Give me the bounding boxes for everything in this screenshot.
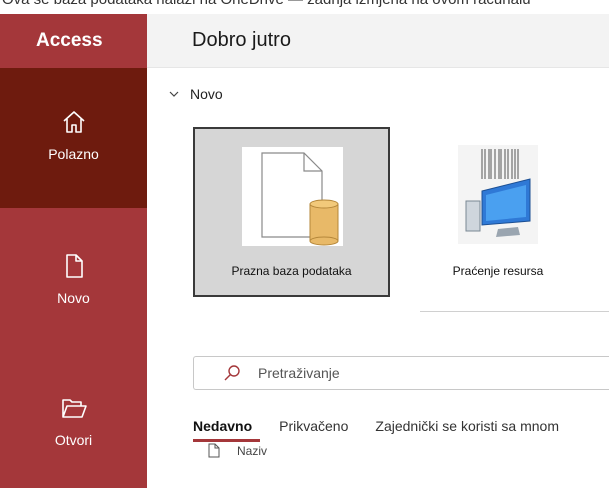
template-asset-tracking[interactable]: Praćenje resursa xyxy=(420,127,590,297)
chevron-down-icon xyxy=(169,91,179,97)
top-info-strip: Ova se baza podataka nalazi na OneDrive … xyxy=(0,0,609,14)
rail-item-home-label: Polazno xyxy=(48,146,99,162)
tab-pinned[interactable]: Prikvačeno xyxy=(279,418,348,442)
greeting-title: Dobro jutro xyxy=(192,29,291,51)
blank-database-icon xyxy=(261,152,339,246)
search-icon xyxy=(224,365,240,381)
rail-item-new-label: Novo xyxy=(57,290,90,306)
asset-tracking-icon xyxy=(465,149,531,237)
template-blank-label: Prazna baza podataka xyxy=(231,264,352,278)
app-title: Access xyxy=(36,30,103,51)
rail-item-home[interactable]: Polazno xyxy=(0,68,147,208)
page-header: Dobro jutro xyxy=(147,14,609,68)
file-list-tabs: Nedavno Prikvačeno Zajednički se koristi… xyxy=(193,418,586,442)
new-section-toggle[interactable]: Novo xyxy=(168,86,223,102)
new-section-title: Novo xyxy=(190,86,223,102)
column-name-label: Naziv xyxy=(237,443,268,458)
search-input[interactable] xyxy=(258,365,558,381)
rail-item-open-label: Otvori xyxy=(54,432,93,448)
new-file-icon xyxy=(65,254,83,278)
tab-shared-with-me[interactable]: Zajednički se koristi sa mnom xyxy=(375,418,559,442)
tab-recent[interactable]: Nedavno xyxy=(193,418,261,442)
template-blank-database[interactable]: Prazna baza podataka xyxy=(193,127,390,297)
template-asset-label: Praćenje resursa xyxy=(452,264,544,278)
section-divider xyxy=(420,311,609,312)
file-type-icon xyxy=(208,443,220,458)
rail-item-new[interactable]: Novo xyxy=(0,208,147,348)
file-list-column-header[interactable]: Naziv xyxy=(208,443,267,458)
open-folder-icon xyxy=(61,399,87,418)
asset-tracking-thumbnail xyxy=(458,145,538,244)
rail-item-open[interactable]: Otvori xyxy=(0,348,147,488)
left-navigation-rail: Access Polazno Novo Otvori xyxy=(0,14,147,488)
search-box[interactable] xyxy=(193,356,609,390)
top-strip-text: Ova se baza podataka nalazi na OneDrive … xyxy=(2,0,531,8)
blank-database-thumbnail xyxy=(242,147,343,246)
home-icon xyxy=(62,111,85,133)
